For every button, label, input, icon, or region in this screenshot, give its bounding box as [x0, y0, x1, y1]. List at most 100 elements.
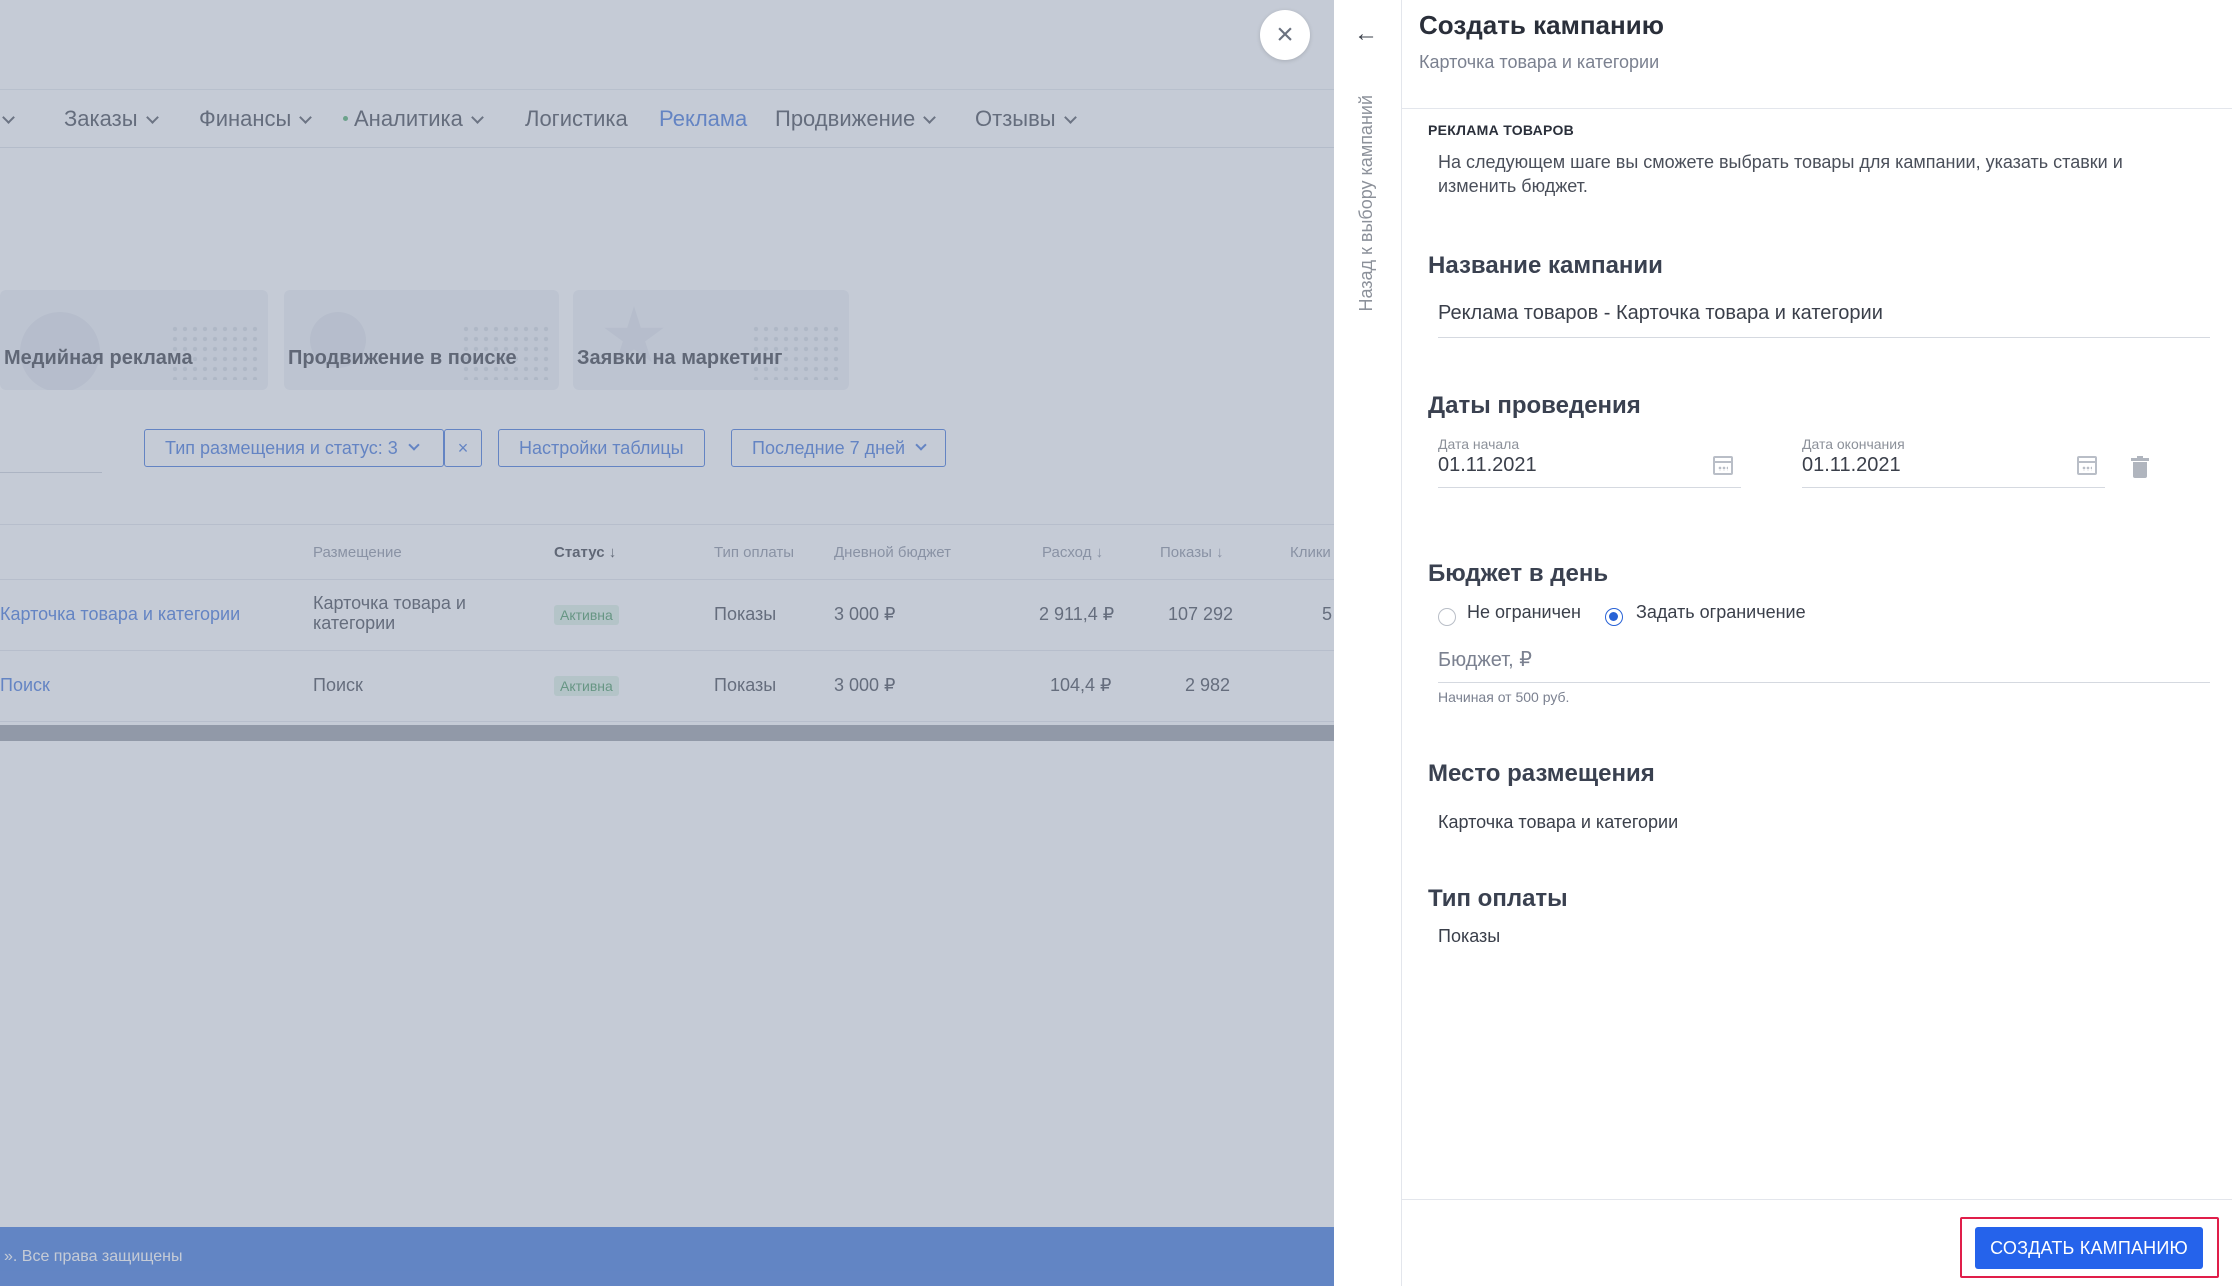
back-to-campaigns-label[interactable]: Назад к выбору кампаний: [1356, 95, 1377, 355]
card-search-promo[interactable]: Продвижение в поиске: [284, 290, 559, 390]
card-media-ads[interactable]: Медийная реклама: [0, 290, 268, 390]
horizontal-scrollbar[interactable]: [0, 725, 1334, 741]
daily-budget-cell: 3 000 ₽: [834, 604, 896, 624]
table-settings-button[interactable]: Настройки таблицы: [498, 429, 705, 467]
placement-cell: Поиск: [313, 675, 363, 695]
nav-item-promotion[interactable]: Продвижение: [775, 106, 937, 132]
card-label: Продвижение в поиске: [288, 347, 517, 369]
campaign-name-heading: Название кампании: [1428, 252, 1663, 279]
main-nav: Заказы Финансы Аналитика Логистика Рекла…: [0, 90, 1334, 148]
start-date-label: Дата начала: [1438, 436, 1520, 452]
chevron-down-icon: [145, 111, 159, 124]
nav-item-analytics[interactable]: Аналитика: [343, 106, 484, 132]
placement-cell: Карточка товара и категории: [313, 593, 466, 633]
section-kicker: РЕКЛАМА ТОВАРОВ: [1428, 122, 1575, 138]
panel-title: Создать кампанию: [1419, 10, 1664, 40]
trash-icon[interactable]: [2131, 456, 2149, 478]
campaign-name-input[interactable]: Реклама товаров - Карточка товара и кате…: [1438, 302, 1883, 325]
section-description: На следующем шаге вы сможете выбрать тов…: [1438, 152, 2123, 196]
clear-filter-button[interactable]: ×: [444, 429, 482, 467]
card-label: Заявки на маркетинг: [577, 347, 783, 369]
close-icon: ×: [457, 437, 469, 458]
back-strip[interactable]: ← Назад к выбору кампаний: [1334, 0, 1402, 1286]
col-daily-budget[interactable]: Дневной бюджет: [834, 544, 951, 561]
table-row[interactable]: Карточка товара и категории Карточка тов…: [0, 580, 1334, 651]
create-campaign-panel: ← Назад к выбору кампаний Создать кампан…: [1334, 0, 2232, 1286]
card-marketing-requests[interactable]: Заявки на маркетинг: [573, 290, 849, 390]
col-payment[interactable]: Тип оплаты: [714, 544, 794, 561]
field-underline: [1438, 337, 2210, 338]
status-badge: Активна: [554, 605, 619, 625]
placement-status-filter[interactable]: Тип размещения и статус: 3: [144, 429, 444, 467]
col-clicks[interactable]: Клики: [1290, 544, 1331, 561]
placement-heading: Место размещения: [1428, 760, 1655, 787]
impressions-cell: 107 292: [1168, 604, 1234, 624]
nav-item-orders[interactable]: Заказы: [64, 106, 159, 132]
table-row[interactable]: Поиск Поиск Активна Показы 3 000 ₽ 104,4…: [0, 651, 1334, 722]
placement-value: Карточка товара и категории: [1438, 812, 1679, 832]
chevron-down-icon: [1063, 111, 1077, 124]
chevron-down-icon: [471, 111, 484, 124]
end-date-input[interactable]: 01.11.2021: [1802, 454, 1901, 477]
dates-heading: Даты проведения: [1428, 392, 1641, 419]
table-header: Размещение Статус ↓ Тип оплаты Дневной б…: [0, 524, 1334, 580]
radio-set-limit[interactable]: [1605, 608, 1623, 626]
end-date-label: Дата окончания: [1802, 436, 1905, 452]
col-placement[interactable]: Размещение: [313, 544, 402, 561]
start-date-input[interactable]: 01.11.2021: [1438, 454, 1537, 477]
chevron-down-icon: [408, 439, 420, 451]
payment-heading: Тип оплаты: [1428, 885, 1568, 912]
field-underline: [1802, 487, 2105, 488]
budget-hint: Начиная от 500 руб.: [1438, 689, 1570, 705]
campaign-name-link[interactable]: Поиск: [0, 675, 50, 696]
page-footer: ». Все права защищены: [0, 1227, 1334, 1286]
top-bar: [0, 0, 1334, 90]
radio-set-limit-label[interactable]: Задать ограничение: [1636, 602, 1806, 623]
field-underline: [1438, 682, 2210, 683]
calendar-icon[interactable]: [2077, 456, 2097, 475]
spend-cell: 104,4 ₽: [1050, 675, 1112, 695]
arrow-left-icon[interactable]: ←: [1354, 20, 1378, 48]
budget-heading: Бюджет в день: [1428, 560, 1609, 587]
clicks-cell: 5: [1322, 604, 1333, 624]
divider: [1402, 108, 2232, 109]
status-badge: Активна: [554, 676, 619, 696]
card-label: Медийная реклама: [4, 347, 193, 369]
payment-cell: Показы: [714, 604, 777, 624]
field-underline: [1438, 487, 1741, 488]
radio-unlimited[interactable]: [1438, 608, 1456, 626]
nav-item-prev-chevron[interactable]: [0, 106, 15, 132]
col-impressions[interactable]: Показы ↓: [1160, 544, 1224, 561]
nav-item-ads[interactable]: Реклама: [659, 106, 747, 132]
create-campaign-button[interactable]: СОЗДАТЬ КАМПАНИЮ: [1975, 1227, 2203, 1269]
copyright-text: ». Все права защищены: [4, 1248, 183, 1265]
col-spend[interactable]: Расход ↓: [1042, 544, 1103, 561]
budget-input[interactable]: Бюджет, ₽: [1438, 647, 1532, 672]
chevron-down-icon: [299, 111, 313, 124]
divider: [1402, 1199, 2232, 1200]
nav-item-reviews[interactable]: Отзывы: [975, 106, 1077, 132]
col-status[interactable]: Статус ↓: [554, 544, 616, 561]
close-panel-button[interactable]: ×: [1260, 10, 1310, 60]
calendar-icon[interactable]: [1713, 456, 1733, 475]
daily-budget-cell: 3 000 ₽: [834, 675, 896, 695]
radio-unlimited-label[interactable]: Не ограничен: [1467, 602, 1581, 623]
nav-item-finance[interactable]: Финансы: [199, 106, 313, 132]
period-select[interactable]: Последние 7 дней: [731, 429, 947, 467]
payment-value: Показы: [1438, 926, 1501, 946]
new-dot-icon: [343, 116, 348, 121]
chevron-down-icon: [915, 439, 927, 451]
campaign-name-link[interactable]: Карточка товара и категории: [0, 604, 240, 625]
payment-cell: Показы: [714, 675, 777, 695]
impressions-cell: 2 982: [1185, 675, 1231, 695]
spend-cell: 2 911,4 ₽: [1039, 604, 1115, 624]
close-icon: ×: [1276, 18, 1294, 51]
chevron-down-icon: [2, 111, 15, 124]
background-page: Заказы Финансы Аналитика Логистика Рекла…: [0, 0, 1334, 1286]
sort-down-icon: ↓: [608, 544, 617, 561]
sort-down-icon: ↓: [1095, 544, 1104, 561]
panel-subtitle: Карточка товара и категории: [1419, 52, 1660, 72]
nav-item-logistics[interactable]: Логистика: [525, 106, 628, 132]
search-underline: [0, 472, 102, 473]
chevron-down-icon: [923, 111, 937, 124]
